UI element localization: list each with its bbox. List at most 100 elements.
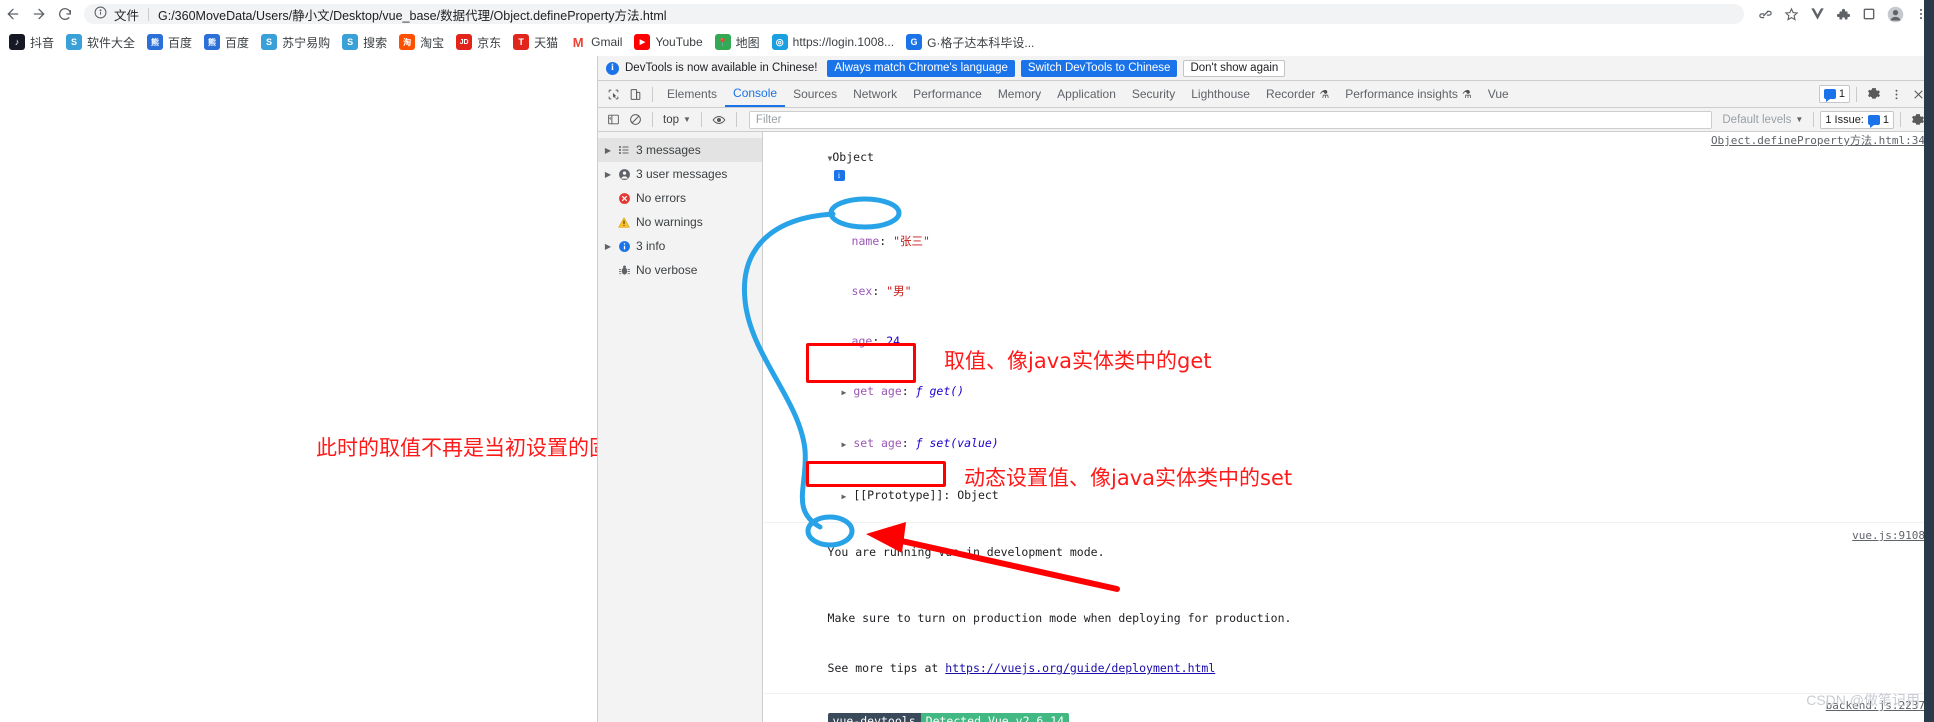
toolbar-divider — [652, 112, 653, 127]
bookmark-favicon: S — [66, 34, 83, 50]
log-levels-select[interactable]: Default levels ▼ — [1718, 114, 1807, 126]
sidebar-item-messages[interactable]: ▶ 3 messages — [598, 138, 762, 162]
console-row-prototype[interactable]: ▶ [[Prototype]]: Object — [764, 470, 1934, 523]
prop-value: 24 — [886, 334, 901, 348]
prop-value: ƒ set(value) — [915, 436, 999, 450]
console-row-vue-dev-1: You are running Vue in development mode.… — [764, 527, 1934, 593]
source-link[interactable]: vue.js:9108 — [1852, 528, 1925, 544]
share-icon[interactable] — [1752, 1, 1778, 27]
prop-value: "男" — [886, 284, 912, 298]
dont-show-again-button[interactable]: Don't show again — [1183, 59, 1286, 77]
console-sidebar-icon[interactable] — [602, 109, 624, 131]
sidebar-item-info[interactable]: ▶ 3 info — [598, 234, 762, 258]
sidebar-item-warnings[interactable]: No warnings — [598, 210, 762, 234]
reload-icon[interactable] — [52, 1, 78, 27]
bookmarks-bar: ♪ 抖音 S 软件大全 熊百度 熊百度 S 苏宁易购 S 搜索 淘淘宝 JD 京东 T 天猫… — [0, 28, 1934, 56]
bookmark-label: 天猫 — [534, 35, 559, 50]
prop-value: ƒ get() — [915, 384, 965, 398]
sidebar-label: 3 messages — [636, 143, 701, 157]
tab-network[interactable]: Network — [845, 81, 905, 107]
back-arrow-icon[interactable] — [0, 1, 26, 27]
tab-security[interactable]: Security — [1124, 81, 1183, 107]
console-row-vue-dev-3: See more tips at https://vuejs.org/guide… — [764, 643, 1934, 694]
chevron-right-icon[interactable]: ▶ — [842, 492, 847, 501]
chevron-right-icon[interactable]: ▶ — [842, 440, 847, 449]
issues-chip[interactable]: 1 Issue: 1 — [1820, 110, 1894, 129]
omnibox-divider — [148, 7, 150, 21]
kebab-menu-icon[interactable] — [1885, 83, 1907, 105]
tab-lighthouse[interactable]: Lighthouse — [1183, 81, 1258, 107]
bookmark-item[interactable]: 熊百度 — [142, 31, 197, 53]
extensions-icon[interactable] — [1830, 1, 1856, 27]
vue-dev-line: You are running Vue in development mode. — [827, 545, 1105, 559]
tab-recorder[interactable]: Recorder ⚗ — [1258, 81, 1337, 107]
info-icon — [614, 240, 634, 253]
star-icon[interactable] — [1778, 1, 1804, 27]
sidebar-item-errors[interactable]: No errors — [598, 186, 762, 210]
chevron-right-icon[interactable]: ▶ — [602, 242, 614, 251]
bookmark-item[interactable]: S 软件大全 — [61, 31, 140, 53]
chevron-right-icon[interactable]: ▶ — [842, 388, 847, 397]
tab-vue[interactable]: Vue — [1480, 81, 1517, 107]
forward-arrow-icon[interactable] — [26, 1, 52, 27]
tab-performance-insights[interactable]: Performance insights ⚗ — [1337, 81, 1480, 107]
tab-memory[interactable]: Memory — [990, 81, 1049, 107]
execution-context-select[interactable]: top ▼ — [659, 114, 695, 126]
bookmark-item[interactable]: M Gmail — [565, 31, 627, 53]
bookmark-label: 百度 — [225, 35, 250, 50]
source-link[interactable]: Object.defineProperty方法.html:34 — [1711, 133, 1925, 149]
bookmark-label: YouTube — [655, 35, 703, 49]
console-row-prop-get-age[interactable]: ▶ get age: ƒ get() — [764, 366, 1934, 418]
bookmark-label: G·格子达本科毕设... — [927, 35, 1035, 50]
omnibox[interactable]: 文件 G:/360MoveData/Users/静小文/Desktop/vue_… — [84, 4, 1744, 24]
prop-key: [[Prototype]] — [853, 488, 944, 502]
bookmark-item[interactable]: G G·格子达本科毕设... — [901, 31, 1039, 53]
filter-input[interactable]: Filter — [748, 110, 1713, 129]
bookmark-item[interactable]: S 搜索 — [337, 31, 392, 53]
inspect-element-icon[interactable] — [602, 83, 624, 105]
bookmark-item[interactable]: 熊百度 — [199, 31, 254, 53]
bookmark-label: Gmail — [591, 35, 623, 49]
sidebar-item-user-messages[interactable]: ▶ 3 user messages — [598, 162, 762, 186]
console-messages-chip[interactable]: 1 — [1818, 85, 1850, 103]
console-row-prop-sex: sex: "男" — [851, 284, 912, 298]
tab-application[interactable]: Application — [1049, 81, 1124, 107]
prop-key: sex — [851, 284, 873, 298]
info-icon: i — [606, 61, 619, 75]
bookmark-item[interactable]: 📍 地图 — [710, 31, 765, 53]
sidepanel-icon[interactable] — [1856, 1, 1882, 27]
vue-deployment-link[interactable]: https://vuejs.org/guide/deployment.html — [945, 661, 1215, 675]
device-toolbar-icon[interactable] — [624, 83, 646, 105]
tab-console[interactable]: Console — [725, 81, 786, 107]
bookmark-item[interactable]: JD 京东 — [451, 31, 506, 53]
live-expression-icon[interactable] — [708, 109, 730, 131]
always-match-language-button[interactable]: Always match Chrome's language — [827, 59, 1015, 77]
filter-placeholder: Filter — [755, 113, 782, 126]
vue-dev-line: Make sure to turn on production mode whe… — [827, 611, 1292, 625]
banner-message: DevTools is now available in Chinese! — [625, 62, 818, 74]
sidebar-label: No errors — [636, 191, 687, 205]
info-circle-icon — [94, 6, 107, 22]
tab-elements[interactable]: Elements — [659, 81, 725, 107]
bookmark-item[interactable]: S 苏宁易购 — [256, 31, 335, 53]
bookmark-item[interactable]: 淘淘宝 — [394, 31, 449, 53]
tab-performance[interactable]: Performance — [905, 81, 990, 107]
bookmark-item[interactable]: ♪ 抖音 — [4, 31, 59, 53]
console-row-object-header[interactable]: ▼Object i Object.defineProperty方法.html:3… — [764, 132, 1934, 216]
bookmark-item[interactable]: T 天猫 — [508, 31, 563, 53]
bookmark-item[interactable]: ◎ https://login.1008... — [767, 31, 899, 53]
console-row-prop-set-age[interactable]: ▶ set age: ƒ set(value) — [764, 418, 1934, 470]
bookmark-item[interactable]: ▶ YouTube — [629, 31, 707, 53]
gear-icon[interactable] — [1863, 83, 1885, 105]
bookmark-label: 苏宁易购 — [282, 35, 331, 50]
chevron-right-icon[interactable]: ▶ — [602, 146, 614, 155]
tab-sources[interactable]: Sources — [785, 81, 845, 107]
profile-icon[interactable] — [1882, 1, 1908, 27]
switch-to-chinese-button[interactable]: Switch DevTools to Chinese — [1020, 59, 1178, 77]
vue-devtools-icon[interactable] — [1804, 1, 1830, 27]
tab-divider — [652, 86, 653, 102]
sidebar-item-verbose[interactable]: No verbose — [598, 258, 762, 282]
clear-console-icon[interactable] — [624, 109, 646, 131]
info-square-icon[interactable]: i — [833, 170, 845, 181]
chevron-right-icon[interactable]: ▶ — [602, 170, 614, 179]
